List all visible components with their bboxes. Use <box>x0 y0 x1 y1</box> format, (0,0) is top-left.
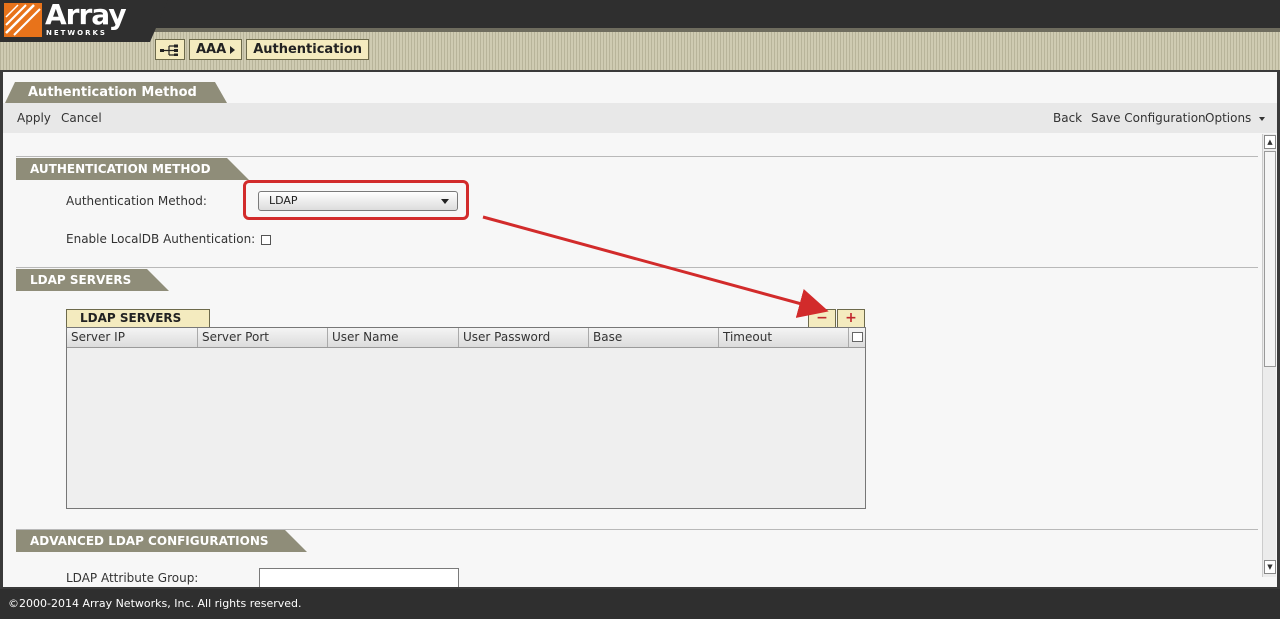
breadcrumb-aaa-label: AAA <box>196 42 227 57</box>
section-divider <box>16 156 1258 157</box>
scroll-up-icon[interactable]: ▲ <box>1264 135 1276 149</box>
network-icon <box>160 44 178 56</box>
breadcrumb-home[interactable] <box>155 39 185 60</box>
page-tab: Authentication Method <box>5 82 227 103</box>
breadcrumb: AAA Authentication <box>155 39 370 60</box>
scroll-thumb[interactable] <box>1264 151 1276 367</box>
column-header[interactable]: Base <box>589 328 719 347</box>
header-band <box>135 28 1280 32</box>
ldap-attr-group-label: LDAP Attribute Group: <box>66 571 199 585</box>
logo: Array NETWORKS <box>0 0 168 42</box>
options-menu[interactable]: Options <box>1205 111 1266 125</box>
options-label: Options <box>1205 111 1252 125</box>
grid-actions: − + <box>806 309 866 327</box>
column-header[interactable]: Server IP <box>67 328 198 347</box>
caret-down-icon <box>1259 116 1266 121</box>
localdb-checkbox[interactable] <box>261 235 271 245</box>
cancel-button[interactable]: Cancel <box>61 111 102 125</box>
action-toolbar: Apply Cancel Back Save Configuration Opt… <box>3 103 1277 133</box>
apply-button[interactable]: Apply <box>17 111 51 125</box>
section-title-advanced: ADVANCED LDAP CONFIGURATIONS <box>16 530 306 552</box>
vertical-scrollbar[interactable]: ▲ ▼ <box>1262 134 1276 577</box>
scroll-down-icon[interactable]: ▼ <box>1264 560 1276 574</box>
remove-server-button[interactable]: − <box>808 309 836 327</box>
header-bar: Array NETWORKS AAA Authentication <box>0 0 1280 70</box>
copyright-text: ©2000-2014 Array Networks, Inc. All righ… <box>8 597 302 610</box>
array-logo-icon <box>4 3 42 37</box>
header-dark-strip <box>0 0 1280 28</box>
ldap-attr-group-input[interactable] <box>259 568 459 587</box>
column-menu-icon[interactable] <box>852 332 863 342</box>
column-header[interactable]: Timeout <box>719 328 849 347</box>
grid-header: Server IP Server Port User Name User Pas… <box>67 328 865 348</box>
grid-title-tab: LDAP SERVERS <box>66 309 211 327</box>
logo-subtitle: NETWORKS <box>46 29 107 37</box>
back-button[interactable]: Back <box>1053 111 1082 125</box>
plus-icon: + <box>845 310 857 326</box>
add-server-button[interactable]: + <box>837 309 865 327</box>
breadcrumb-current-label: Authentication <box>253 42 363 57</box>
section-title-ldap: LDAP SERVERS <box>16 269 170 291</box>
breadcrumb-authentication[interactable]: Authentication <box>246 39 370 60</box>
column-header[interactable]: Server Port <box>198 328 328 347</box>
save-configuration-button[interactable]: Save Configuration <box>1091 111 1206 125</box>
section-title-auth: AUTHENTICATION METHOD <box>16 158 249 180</box>
localdb-label: Enable LocalDB Authentication: <box>66 232 256 246</box>
logo-name: Array <box>45 0 127 31</box>
section-divider <box>16 267 1258 268</box>
grid-body: Server IP Server Port User Name User Pas… <box>66 327 866 509</box>
column-header[interactable]: User Password <box>459 328 589 347</box>
minus-icon: − <box>816 310 828 326</box>
ldap-servers-grid: LDAP SERVERS − + Server IP Server Port U… <box>66 309 866 509</box>
column-header[interactable]: User Name <box>328 328 459 347</box>
breadcrumb-aaa[interactable]: AAA <box>189 39 243 60</box>
footer: ©2000-2014 Array Networks, Inc. All righ… <box>0 589 1280 619</box>
caret-right-icon <box>230 45 236 54</box>
annotation-highlight <box>243 180 469 220</box>
auth-method-label: Authentication Method: <box>66 194 207 208</box>
main-panel: Authentication Method Apply Cancel Back … <box>3 72 1277 587</box>
